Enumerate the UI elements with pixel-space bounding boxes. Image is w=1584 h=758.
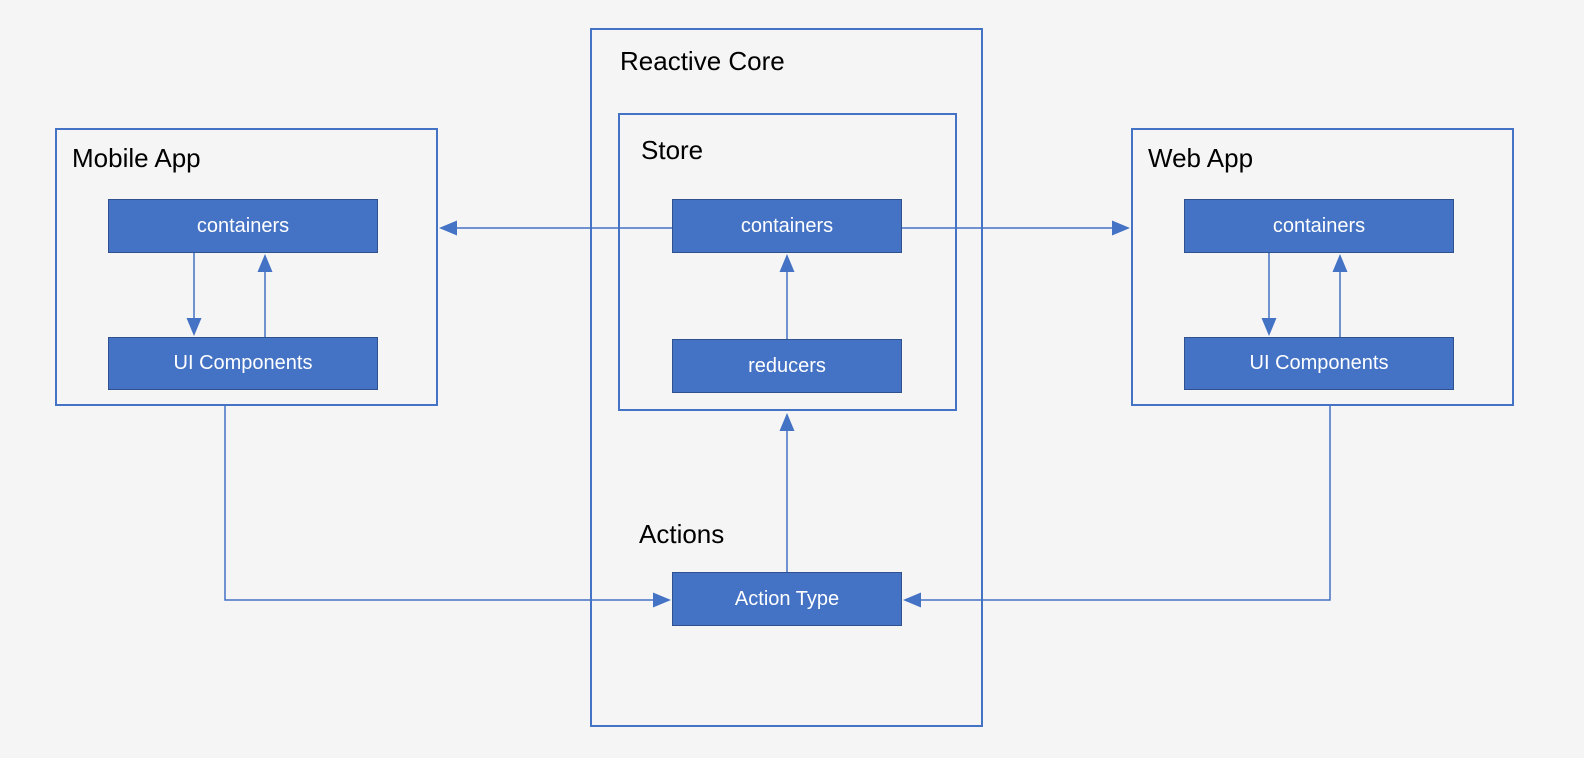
action-type-box: Action Type: [672, 572, 902, 626]
store-reducers-box: reducers: [672, 339, 902, 393]
store-reducers-label: reducers: [748, 355, 826, 378]
web-containers-label: containers: [1273, 215, 1365, 238]
mobile-containers-box: containers: [108, 199, 378, 253]
web-ui-box: UI Components: [1184, 337, 1454, 390]
web-app-title: Web App: [1148, 143, 1253, 174]
store-containers-label: containers: [741, 215, 833, 238]
action-type-label: Action Type: [735, 588, 839, 611]
mobile-containers-label: containers: [197, 215, 289, 238]
mobile-ui-label: UI Components: [174, 352, 313, 375]
reactive-core-title: Reactive Core: [620, 46, 785, 77]
mobile-app-title: Mobile App: [72, 143, 201, 174]
actions-title: Actions: [639, 519, 724, 550]
mobile-ui-box: UI Components: [108, 337, 378, 390]
web-containers-box: containers: [1184, 199, 1454, 253]
store-title: Store: [641, 135, 703, 166]
web-ui-label: UI Components: [1250, 352, 1389, 375]
store-containers-box: containers: [672, 199, 902, 253]
